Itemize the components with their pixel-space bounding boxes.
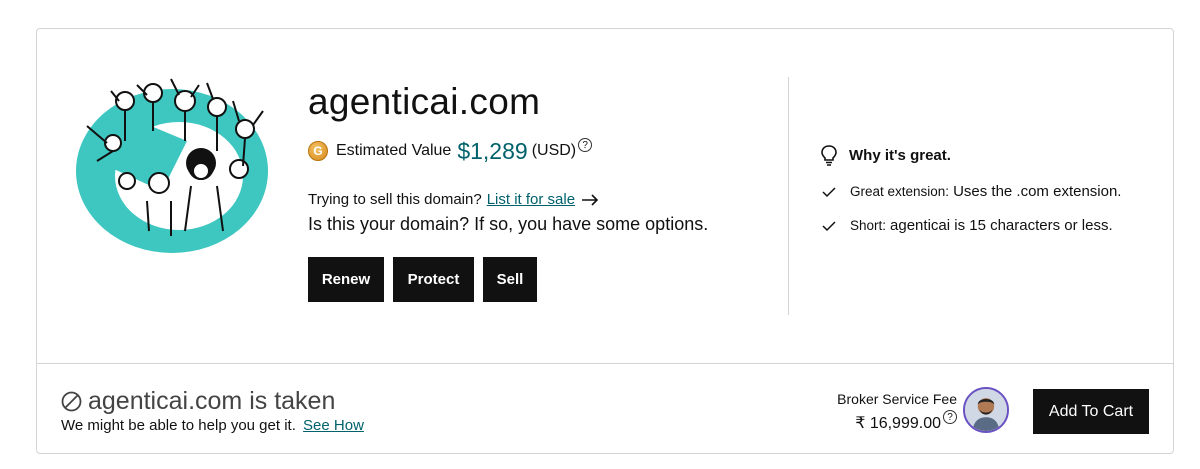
estimated-value-row: G Estimated Value $1,289 (USD) ? [308,137,778,165]
why-great-heading: Why it's great. [819,144,1159,166]
see-how-link[interactable]: See How [303,417,364,434]
sell-button[interactable]: Sell [483,257,537,302]
vertical-divider [788,77,789,315]
broker-fee-block: Broker Service Fee ₹ 16,999.00 ? [827,391,957,433]
check-icon [822,220,836,231]
why-item-short: Short: agenticai is 15 characters or les… [819,217,1159,234]
crowd-illustration [76,78,268,253]
estimated-value-label: Estimated Value [336,142,452,159]
why-item-label: Short: [850,218,887,233]
broker-avatar [963,387,1009,433]
taken-title: agenticai.com is taken [88,387,336,415]
list-for-sale-link[interactable]: List it for sale [487,191,575,208]
estimated-value-amount: $1,289 [457,137,528,164]
lightbulb-icon [821,145,837,166]
domain-taken-bar: agenticai.com is taken We might be able … [37,365,1173,453]
domain-card: agenticai.com G Estimated Value $1,289 (… [36,28,1174,454]
taken-help-row: We might be able to help you get it. See… [61,417,364,434]
broker-fee-amount: ₹ 16,999.00 [855,415,941,432]
taken-help-text: We might be able to help you get it. [61,417,296,434]
sell-prompt-text: Trying to sell this domain? [308,191,482,208]
taken-heading-row: agenticai.com is taken [61,387,335,416]
estimated-value-currency: (USD) [531,142,577,159]
protect-button[interactable]: Protect [393,257,474,302]
renew-button[interactable]: Renew [308,257,384,302]
help-circle-icon[interactable]: ? [943,410,957,424]
add-to-cart-button[interactable]: Add To Cart [1033,389,1149,434]
domain-title: agenticai.com [308,81,541,122]
sell-prompt-row: Trying to sell this domain? List it for … [308,191,778,208]
broker-fee-label: Broker Service Fee [837,391,957,407]
why-great-title: Why it's great. [849,146,951,164]
why-item-desc: Uses the .com extension. [953,183,1122,200]
why-item-extension: Great extension: Uses the .com extension… [819,183,1159,200]
why-item-desc: agenticai is 15 characters or less. [890,217,1113,234]
why-item-label: Great extension: [850,184,950,199]
domain-info: agenticai.com G Estimated Value $1,289 (… [308,79,778,302]
arrow-right-icon[interactable] [581,193,599,206]
domain-actions: Renew Protect Sell [308,257,778,302]
why-great-panel: Why it's great. Great extension: Uses th… [819,144,1159,234]
check-icon [822,186,836,197]
coin-icon: G [308,141,328,161]
prohibited-icon [61,391,82,412]
help-circle-icon[interactable]: ? [578,138,593,152]
domain-options-text: Is this your domain? If so, you have som… [308,214,709,234]
domain-summary: agenticai.com G Estimated Value $1,289 (… [37,29,1173,364]
broker-fee-row: ₹ 16,999.00 ? [827,410,957,433]
